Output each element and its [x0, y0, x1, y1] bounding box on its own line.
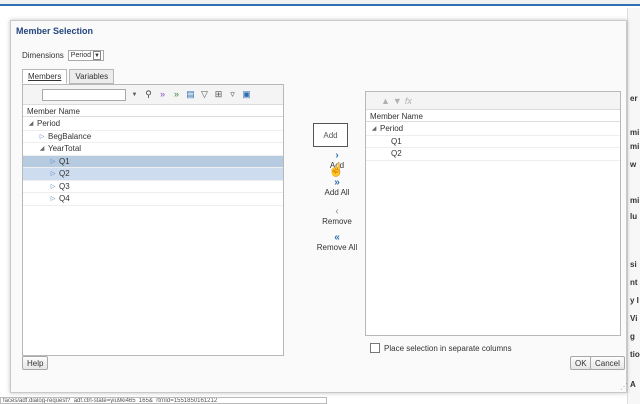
chevron-down-icon[interactable]: ▼: [93, 51, 102, 60]
member-label: Q2: [59, 169, 70, 179]
member-selection-dialog: Member Selection Dimensions Period ▼ Mem…: [10, 20, 627, 393]
bg-text: mi: [630, 196, 640, 205]
refresh-icon[interactable]: ▣: [241, 89, 252, 100]
member-label: Period: [37, 119, 61, 129]
browser-top-bar: [0, 0, 640, 6]
left-tree-row[interactable]: ◢ Period: [23, 118, 283, 131]
left-tree-row[interactable]: ▷ Q4: [23, 193, 283, 206]
function-icon[interactable]: fx: [405, 96, 412, 106]
member-label: Period: [380, 124, 404, 134]
expanded-triangle-icon[interactable]: ◢: [28, 120, 34, 127]
member-label: Q1: [391, 136, 402, 146]
bg-text: mi: [630, 142, 640, 151]
available-members-panel: ▼ ⚲ » » ▤ ▽ ⊞ ▿ ▣ Member Name ◢ Period ▷ Be…: [22, 84, 284, 356]
add-all-button[interactable]: » Add All: [307, 177, 367, 198]
dimensions-row: Dimensions Period ▼: [22, 50, 105, 61]
bg-text: w: [630, 160, 637, 169]
add-button-tooltip: Add: [313, 123, 348, 147]
cancel-button[interactable]: Cancel: [590, 356, 625, 370]
resize-grip-icon[interactable]: ⋰: [620, 382, 628, 391]
bg-text: g: [630, 332, 635, 341]
member-label: YearTotal: [48, 144, 82, 154]
remove-all-label: Remove All: [316, 243, 358, 252]
tab-variables[interactable]: Variables: [69, 69, 115, 84]
status-url: faces/adf.dialog-request?_adf.ctrl-state…: [0, 397, 327, 404]
selected-members-panel: ▲ ▼ fx Member Name ◢ Period Q1 Q2: [365, 91, 621, 336]
bg-text: mi: [630, 128, 640, 137]
remove-label: Remove: [322, 217, 352, 226]
members-toolbar: ▼ ⚲ » » ▤ ▽ ⊞ ▿ ▣: [23, 85, 283, 105]
right-tree-row[interactable]: Q2: [366, 148, 620, 161]
left-tree-row[interactable]: ◢ YearTotal: [23, 143, 283, 156]
member-label: Q1: [59, 156, 70, 166]
member-label: Q4: [59, 194, 70, 204]
search-icon[interactable]: ⚲: [143, 89, 154, 100]
bg-text: er: [630, 94, 638, 103]
left-tree-row[interactable]: ▷ Q2: [23, 168, 283, 181]
double-chevron-left-icon: «: [334, 232, 340, 243]
collapsed-triangle-icon[interactable]: ▷: [50, 158, 56, 165]
search-next-icon[interactable]: »: [157, 89, 168, 100]
expanded-triangle-icon[interactable]: ◢: [39, 145, 45, 152]
remove-all-button[interactable]: « Remove All: [307, 232, 367, 253]
bg-text: nt: [630, 278, 638, 287]
tab-members[interactable]: Members: [22, 69, 68, 84]
calendar-icon[interactable]: ▤: [185, 89, 196, 100]
dimensions-label: Dimensions: [22, 51, 64, 60]
left-grid-header: Member Name: [23, 106, 283, 117]
ok-button[interactable]: OK: [570, 356, 592, 370]
help-button[interactable]: Help: [22, 356, 49, 370]
dimension-select-value: Period: [70, 52, 92, 59]
search-dropdown-icon[interactable]: ▼: [129, 89, 140, 100]
hand-cursor-icon: ☝: [328, 162, 345, 177]
collapsed-triangle-icon[interactable]: ▷: [50, 183, 56, 190]
dimension-select[interactable]: Period ▼: [67, 50, 105, 61]
right-tree-row[interactable]: ◢ Period: [366, 123, 620, 136]
right-grid-header: Member Name: [366, 111, 620, 122]
bg-text: y I: [630, 296, 639, 305]
tab-bar: Members Variables: [22, 69, 115, 84]
member-label: BegBalance: [48, 131, 92, 141]
remove-button[interactable]: ‹ Remove: [307, 206, 367, 227]
left-tree-row[interactable]: ▷ BegBalance: [23, 131, 283, 143]
left-tree-row[interactable]: ▷ Q3: [23, 181, 283, 193]
separate-columns-label: Place selection in separate columns: [384, 343, 512, 353]
dialog-title: Member Selection: [16, 26, 94, 36]
add-all-label: Add All: [324, 188, 350, 197]
left-tree-row[interactable]: ▷ Q1: [23, 155, 283, 168]
separate-columns-checkbox[interactable]: [370, 343, 380, 353]
double-chevron-right-icon: »: [334, 177, 340, 188]
background-page-fragment: er mi mi w mi lu si nt y I Vi g tio A: [627, 8, 640, 404]
move-up-icon[interactable]: ▲: [381, 96, 390, 106]
collapsed-triangle-icon[interactable]: ▷: [50, 195, 56, 202]
bg-text: A: [630, 380, 636, 389]
collapsed-triangle-icon[interactable]: ▷: [39, 133, 45, 140]
move-down-icon[interactable]: ▼: [393, 96, 402, 106]
filter-icon[interactable]: ▽: [199, 89, 210, 100]
chevron-right-icon: ›: [335, 150, 339, 161]
view-icon[interactable]: ⊞: [213, 89, 224, 100]
member-label: Q2: [391, 149, 402, 159]
clear-filter-icon[interactable]: ▿: [227, 89, 238, 100]
bg-text: tio: [630, 350, 640, 359]
search-input[interactable]: [42, 88, 126, 101]
member-label: Q3: [59, 181, 70, 191]
chevron-left-icon: ‹: [335, 206, 339, 217]
bg-text: Vi: [630, 314, 638, 323]
right-tree-row[interactable]: Q1: [366, 136, 620, 148]
bg-text: lu: [630, 212, 638, 221]
separate-columns-option[interactable]: Place selection in separate columns: [370, 343, 512, 353]
selected-toolbar: ▲ ▼ fx: [366, 92, 620, 110]
search-all-icon[interactable]: »: [171, 89, 182, 100]
collapsed-triangle-icon[interactable]: ▷: [50, 170, 56, 177]
bg-text: si: [630, 260, 637, 269]
expanded-triangle-icon[interactable]: ◢: [371, 125, 377, 132]
